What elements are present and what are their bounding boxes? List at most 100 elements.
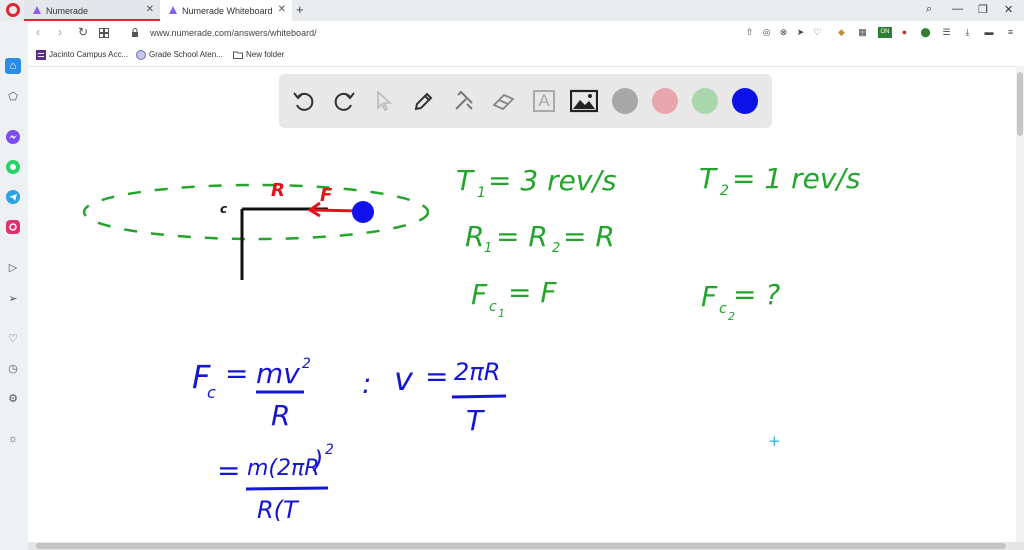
- whatsapp-icon[interactable]: [5, 159, 21, 175]
- numerade-favicon-icon: [169, 6, 177, 14]
- block-icon[interactable]: ⊗: [778, 27, 789, 38]
- back-button[interactable]: ‹: [36, 25, 40, 39]
- forward-button[interactable]: ›: [58, 25, 62, 39]
- close-window-button[interactable]: ✕: [1004, 3, 1013, 16]
- tips-icon[interactable]: ☼: [5, 431, 21, 447]
- bookmark-new-folder[interactable]: New folder: [233, 50, 284, 59]
- player-icon[interactable]: ▷: [5, 259, 21, 275]
- force-label: F: [320, 185, 333, 206]
- r2-subscript: 2: [552, 241, 560, 256]
- numerade-favicon-icon: [33, 6, 41, 14]
- bookmark-label: Jacinto Campus Acc...: [49, 50, 129, 59]
- snapshot-icon[interactable]: ◎: [761, 27, 772, 38]
- fc-exponent: 2: [302, 356, 311, 372]
- t1-subscript: 1: [477, 185, 486, 201]
- home-icon[interactable]: ⌂: [5, 58, 21, 74]
- instagram-icon[interactable]: [5, 219, 21, 235]
- line3-denominator: R(T: [257, 496, 300, 524]
- radius-label: R: [271, 180, 285, 201]
- t2-value: = 1 rev/s: [732, 162, 860, 195]
- heart-icon[interactable]: ♡: [812, 27, 823, 38]
- heart-icon[interactable]: ♡: [5, 330, 21, 346]
- speed-dial-icon[interactable]: [99, 28, 109, 38]
- sidebar: ⌂ ⬠ ▷ ➢ ♡ ◷ ⚙ ☼: [0, 21, 28, 550]
- line3-numerator: m(2πR: [247, 456, 320, 481]
- bookmark-label: Grade School Aten...: [149, 50, 223, 59]
- orbit-path: [82, 183, 430, 241]
- fc-subscript: c: [207, 383, 216, 402]
- download-icon[interactable]: ⤓: [962, 27, 973, 38]
- tab-bar: Numerade ✕ Numerade Whiteboard ✕ + ⌕ — ❐…: [0, 0, 1024, 21]
- url-field[interactable]: www.numerade.com/answers/whiteboard/: [150, 28, 317, 38]
- new-tab-button[interactable]: +: [296, 2, 304, 17]
- fc1-symbol: F: [471, 278, 488, 311]
- telegram-icon[interactable]: [5, 189, 21, 205]
- lock-icon[interactable]: [131, 28, 139, 37]
- fc1-subsubscript: 1: [498, 307, 505, 320]
- t2-symbol: T: [699, 162, 718, 195]
- menu-icon[interactable]: ≡: [1005, 27, 1016, 38]
- reload-button[interactable]: ↻: [78, 25, 88, 39]
- line3-exponent: 2: [325, 442, 334, 458]
- send-icon[interactable]: ➢: [5, 290, 21, 306]
- tab-numerade[interactable]: Numerade ✕: [24, 0, 160, 21]
- messenger-icon[interactable]: [5, 129, 21, 145]
- r1-subscript: 1: [484, 241, 492, 256]
- line3-close-paren: ): [312, 446, 323, 474]
- line3-fraction-bar: [245, 486, 329, 491]
- t1-symbol: T: [456, 164, 475, 197]
- r-middle: = R: [496, 220, 548, 253]
- tab-label: Numerade: [46, 5, 89, 16]
- share-icon[interactable]: ⇧: [744, 27, 755, 38]
- fc-equals: =: [225, 357, 248, 390]
- bookmarks-bar: Jacinto Campus Acc... Grade School Aten.…: [28, 45, 1024, 65]
- battery-icon[interactable]: ▬: [983, 27, 995, 38]
- fc-numerator: mv: [256, 357, 300, 390]
- tab-label: Numerade Whiteboard: [182, 5, 273, 16]
- history-icon[interactable]: ◷: [5, 360, 21, 376]
- close-tab-icon[interactable]: ✕: [278, 4, 286, 15]
- center-label: c: [220, 202, 227, 216]
- t1-value: = 3 rev/s: [488, 164, 616, 197]
- bookmark-grade-school[interactable]: Grade School Aten...: [136, 50, 223, 60]
- given-values: T 1 = 3 rev/s T 2 = 1 rev/s R 1 = R 2 = …: [456, 162, 860, 323]
- adblock-extension-icon[interactable]: ●: [899, 27, 910, 38]
- fc2-value: = ?: [733, 278, 780, 311]
- vpn-badge[interactable]: ON: [878, 27, 892, 38]
- vertical-scroll-thumb[interactable]: [1017, 72, 1023, 136]
- easy-setup-icon[interactable]: ☰: [941, 27, 952, 38]
- school-favicon-icon: [136, 50, 146, 60]
- ball: [352, 201, 374, 223]
- v-equals: =: [425, 360, 448, 393]
- grid-extension-icon[interactable]: ▦: [857, 27, 868, 38]
- bookmark-label: New folder: [246, 50, 285, 59]
- extension-icon[interactable]: ◆: [836, 27, 847, 38]
- opera-logo-icon[interactable]: [6, 3, 20, 17]
- send-icon[interactable]: ➤: [795, 27, 806, 38]
- fc1-subscript: c: [489, 299, 497, 315]
- search-tabs-icon[interactable]: ⌕: [926, 3, 932, 16]
- fc-denominator: R: [271, 399, 290, 432]
- restore-button[interactable]: ❐: [978, 3, 988, 16]
- address-bar: ‹ › ↻ www.numerade.com/answers/whiteboar…: [0, 21, 1024, 45]
- tab-numerade-whiteboard[interactable]: Numerade Whiteboard ✕: [160, 0, 292, 21]
- r-symbol: R: [465, 220, 484, 253]
- fc2-symbol: F: [701, 280, 718, 313]
- v-fraction-bar: [451, 394, 507, 399]
- pinboard-icon[interactable]: ⬠: [5, 88, 21, 104]
- crosshair-cursor-icon: +: [768, 432, 781, 450]
- line3-equals: =: [217, 454, 240, 487]
- location-extension-icon[interactable]: ⬤: [920, 27, 931, 38]
- horizontal-scroll-thumb[interactable]: [36, 543, 1006, 549]
- close-tab-icon[interactable]: ✕: [146, 4, 154, 15]
- r-value: = R: [563, 220, 615, 253]
- settings-icon[interactable]: ⚙: [5, 390, 21, 406]
- vertical-scrollbar[interactable]: [1016, 66, 1024, 542]
- fc2-subsubscript: 2: [728, 310, 735, 323]
- horizontal-scrollbar[interactable]: [28, 542, 1024, 550]
- v-numerator: 2πR: [454, 358, 500, 386]
- separator: :: [362, 367, 371, 400]
- fc1-value: = F: [508, 276, 557, 309]
- bookmark-jacinto[interactable]: Jacinto Campus Acc...: [36, 50, 129, 60]
- minimize-button[interactable]: —: [952, 3, 963, 15]
